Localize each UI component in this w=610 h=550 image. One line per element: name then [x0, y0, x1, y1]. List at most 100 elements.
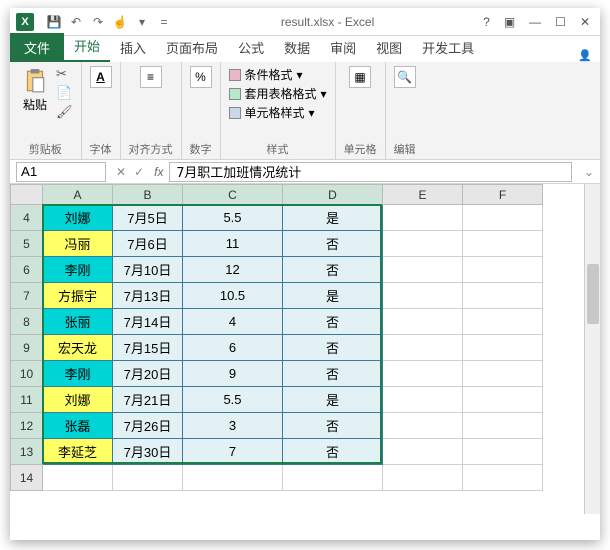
cell-A7[interactable]: 方振宇 [43, 283, 113, 309]
cancel-formula-icon[interactable]: ✕ [116, 165, 126, 179]
cell-F7[interactable] [463, 283, 543, 309]
cell-B11[interactable]: 7月21日 [113, 387, 183, 413]
qat-more-icon[interactable]: ▾ [134, 15, 150, 29]
cell-A5[interactable]: 冯丽 [43, 231, 113, 257]
redo-icon[interactable]: ↷ [90, 15, 106, 29]
cell-A9[interactable]: 宏天龙 [43, 335, 113, 361]
cell-F8[interactable] [463, 309, 543, 335]
tab-开发工具[interactable]: 开发工具 [412, 33, 484, 62]
help-icon[interactable]: ? [483, 15, 490, 29]
minimize-icon[interactable]: — [529, 15, 541, 29]
enter-formula-icon[interactable]: ✓ [134, 165, 144, 179]
row-header-8[interactable]: 8 [11, 309, 43, 335]
maximize-icon[interactable]: ☐ [555, 15, 566, 29]
cell-F4[interactable] [463, 205, 543, 231]
cell-A14[interactable] [43, 465, 113, 491]
row-header-7[interactable]: 7 [11, 283, 43, 309]
cell-styles-button[interactable]: 单元格样式 ▾ [229, 104, 327, 121]
format-painter-icon[interactable]: 🖌 [56, 104, 73, 120]
cell-F14[interactable] [463, 465, 543, 491]
row-header-4[interactable]: 4 [11, 205, 43, 231]
cut-icon[interactable]: ✂ [56, 66, 73, 82]
cell-C14[interactable] [183, 465, 283, 491]
cell-E4[interactable] [383, 205, 463, 231]
cell-B5[interactable]: 7月6日 [113, 231, 183, 257]
cell-F5[interactable] [463, 231, 543, 257]
cell-B4[interactable]: 7月5日 [113, 205, 183, 231]
font-icon[interactable]: A [90, 66, 112, 88]
paste-button[interactable]: 粘贴 [18, 66, 52, 115]
vertical-scrollbar[interactable] [584, 184, 600, 514]
save-icon[interactable]: 💾 [46, 15, 62, 29]
cell-B14[interactable] [113, 465, 183, 491]
col-header-C[interactable]: C [183, 185, 283, 205]
cell-F10[interactable] [463, 361, 543, 387]
editing-icon[interactable]: 🔍 [394, 66, 416, 88]
cell-D9[interactable]: 否 [283, 335, 383, 361]
cell-F9[interactable] [463, 335, 543, 361]
fx-icon[interactable]: fx [154, 165, 163, 179]
row-header-12[interactable]: 12 [11, 413, 43, 439]
cell-A6[interactable]: 李刚 [43, 257, 113, 283]
cell-D8[interactable]: 否 [283, 309, 383, 335]
cell-F11[interactable] [463, 387, 543, 413]
spreadsheet-grid[interactable]: ABCDEF4刘娜7月5日5.5是5冯丽7月6日11否6李刚7月10日12否7方… [10, 184, 600, 514]
format-as-table-button[interactable]: 套用表格格式 ▾ [229, 85, 327, 102]
cell-E6[interactable] [383, 257, 463, 283]
cell-D11[interactable]: 是 [283, 387, 383, 413]
cell-A10[interactable]: 李刚 [43, 361, 113, 387]
cell-E9[interactable] [383, 335, 463, 361]
touch-mode-icon[interactable]: ☝ [112, 15, 128, 29]
number-icon[interactable]: % [190, 66, 212, 88]
cell-E14[interactable] [383, 465, 463, 491]
cell-B12[interactable]: 7月26日 [113, 413, 183, 439]
tab-插入[interactable]: 插入 [110, 33, 156, 62]
cell-D4[interactable]: 是 [283, 205, 383, 231]
cell-C6[interactable]: 12 [183, 257, 283, 283]
cell-C12[interactable]: 3 [183, 413, 283, 439]
col-header-A[interactable]: A [43, 185, 113, 205]
cell-A13[interactable]: 李延芝 [43, 439, 113, 465]
cells-icon[interactable]: ▦ [349, 66, 371, 88]
cell-A11[interactable]: 刘娜 [43, 387, 113, 413]
cell-E10[interactable] [383, 361, 463, 387]
tab-数据[interactable]: 数据 [274, 33, 320, 62]
cell-F6[interactable] [463, 257, 543, 283]
cell-C13[interactable]: 7 [183, 439, 283, 465]
cell-E7[interactable] [383, 283, 463, 309]
account-icon[interactable]: 👤 [578, 49, 592, 62]
col-header-E[interactable]: E [383, 185, 463, 205]
tab-审阅[interactable]: 审阅 [320, 33, 366, 62]
cell-C4[interactable]: 5.5 [183, 205, 283, 231]
tab-公式[interactable]: 公式 [228, 33, 274, 62]
cell-E11[interactable] [383, 387, 463, 413]
row-header-5[interactable]: 5 [11, 231, 43, 257]
cell-E8[interactable] [383, 309, 463, 335]
tab-页面布局[interactable]: 页面布局 [156, 33, 228, 62]
formula-bar[interactable] [169, 162, 571, 182]
expand-formula-icon[interactable]: ⌄ [578, 165, 600, 179]
cell-A8[interactable]: 张丽 [43, 309, 113, 335]
cell-D13[interactable]: 否 [283, 439, 383, 465]
cell-E5[interactable] [383, 231, 463, 257]
row-header-11[interactable]: 11 [11, 387, 43, 413]
cell-E12[interactable] [383, 413, 463, 439]
cell-B9[interactable]: 7月15日 [113, 335, 183, 361]
undo-icon[interactable]: ↶ [68, 15, 84, 29]
cell-D6[interactable]: 否 [283, 257, 383, 283]
row-header-13[interactable]: 13 [11, 439, 43, 465]
row-header-9[interactable]: 9 [11, 335, 43, 361]
cell-D5[interactable]: 否 [283, 231, 383, 257]
ribbon-display-icon[interactable]: ▣ [504, 15, 515, 29]
cell-A12[interactable]: 张磊 [43, 413, 113, 439]
row-header-10[interactable]: 10 [11, 361, 43, 387]
cell-D7[interactable]: 是 [283, 283, 383, 309]
cell-B6[interactable]: 7月10日 [113, 257, 183, 283]
cell-C5[interactable]: 11 [183, 231, 283, 257]
cell-D14[interactable] [283, 465, 383, 491]
copy-icon[interactable]: 📄 [56, 85, 73, 101]
cell-C8[interactable]: 4 [183, 309, 283, 335]
align-icon[interactable]: ≡ [140, 66, 162, 88]
cell-C10[interactable]: 9 [183, 361, 283, 387]
cell-A4[interactable]: 刘娜 [43, 205, 113, 231]
